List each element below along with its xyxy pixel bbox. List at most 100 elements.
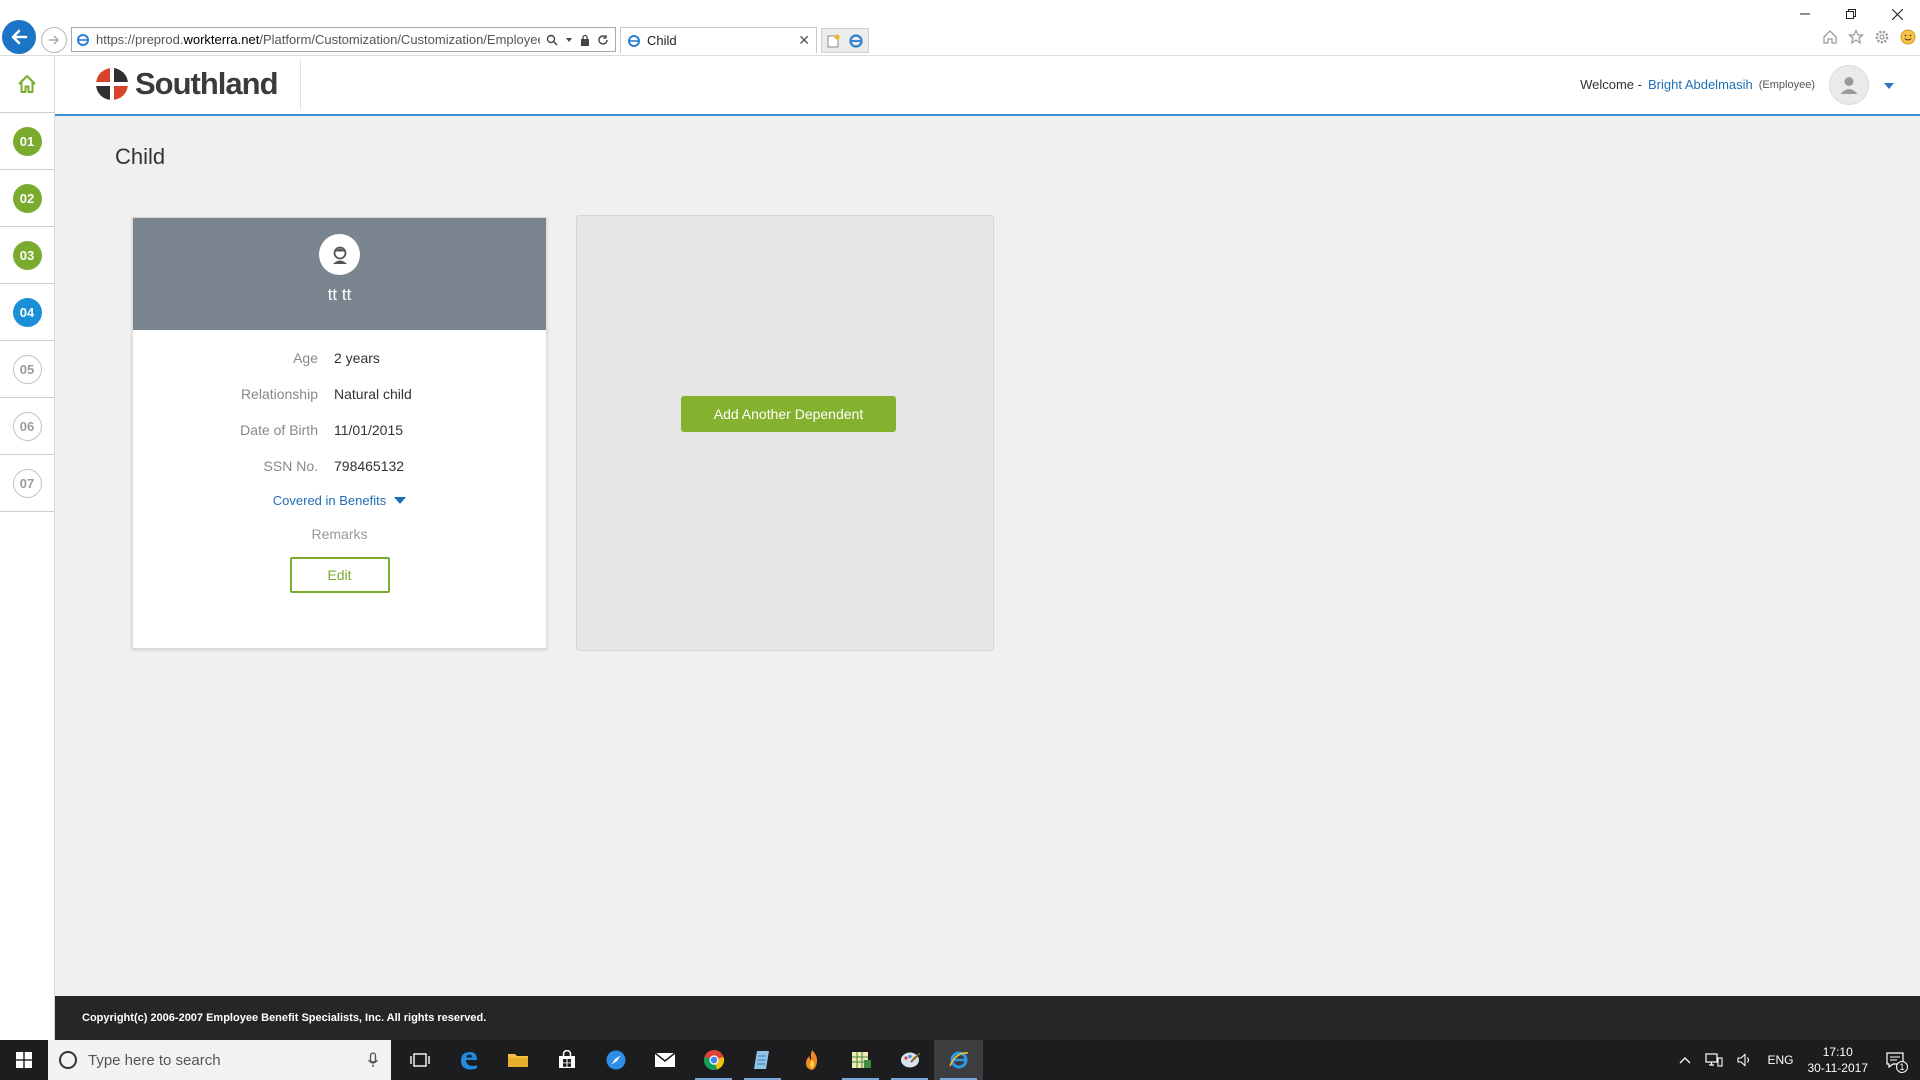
browser-tab[interactable]: Child ✕ <box>620 27 817 53</box>
step-02[interactable]: 02 <box>0 170 54 227</box>
volume-icon[interactable] <box>1737 1053 1753 1067</box>
user-menu-caret-icon[interactable] <box>1884 83 1894 89</box>
address-bar[interactable]: https://preprod.workterra.net/Platform/C… <box>71 27 616 52</box>
detail-row-age: Age 2 years <box>133 340 546 376</box>
page-title: Child <box>115 144 166 169</box>
chrome-icon <box>703 1050 724 1070</box>
minimize-icon <box>1800 13 1810 15</box>
taskbar-internet-explorer[interactable] <box>934 1040 983 1080</box>
ie-icon <box>77 33 89 46</box>
notepad-icon <box>753 1051 769 1069</box>
step-03[interactable]: 03 <box>0 227 54 284</box>
welcome-message: Welcome - Bright Abdelmasih (Employee) <box>1580 77 1815 92</box>
new-tab-icon[interactable] <box>826 34 840 48</box>
home-button[interactable] <box>0 56 54 113</box>
flame-icon <box>805 1050 817 1070</box>
mail-icon <box>654 1052 675 1067</box>
step-rail: 01 02 03 04 05 06 07 <box>0 56 55 1040</box>
cortana-circle-icon <box>59 1051 77 1069</box>
clock-date: 30-11-2017 <box>1807 1061 1869 1075</box>
logo-text: Southland <box>135 66 279 101</box>
back-button[interactable] <box>2 20 36 54</box>
start-button[interactable] <box>0 1040 48 1080</box>
edge-icon <box>460 1052 477 1070</box>
taskbar-search[interactable]: Type here to search <box>48 1040 391 1080</box>
remarks-label: Remarks <box>311 526 368 542</box>
logo-mark-icon <box>96 68 128 100</box>
taskbar-chrome[interactable] <box>689 1040 738 1080</box>
step-05[interactable]: 05 <box>0 341 54 398</box>
detail-value: Natural child <box>334 386 412 402</box>
smiley-icon[interactable] <box>1900 29 1916 45</box>
welcome-label: Welcome - <box>1580 77 1642 92</box>
step-01[interactable]: 01 <box>0 113 54 170</box>
taskbar-notepad[interactable] <box>738 1040 787 1080</box>
new-tab-area[interactable] <box>821 28 869 53</box>
search-placeholder: Type here to search <box>88 1051 221 1069</box>
windows-taskbar: Type here to search ENG 17:10 30-11-2017… <box>0 1040 1920 1080</box>
arrow-right-icon <box>49 35 60 45</box>
step-07[interactable]: 07 <box>0 455 54 512</box>
ie-icon[interactable] <box>848 33 864 49</box>
taskbar-spreadsheet[interactable] <box>836 1040 885 1080</box>
app-header: Southland Welcome - Bright Abdelmasih (E… <box>55 56 1920 116</box>
url-text: https://preprod.workterra.net/Platform/C… <box>96 32 540 47</box>
notification-count: 1 <box>1896 1061 1908 1073</box>
close-window-button[interactable] <box>1874 0 1920 28</box>
detail-value: 2 years <box>334 350 380 366</box>
search-icon[interactable] <box>546 34 558 46</box>
ie-icon <box>948 1051 968 1069</box>
detail-row-ssn: SSN No. 798465132 <box>133 448 546 484</box>
covered-in-benefits-label: Covered in Benefits <box>272 493 387 508</box>
detail-row-relationship: Relationship Natural child <box>133 376 546 412</box>
user-name-link[interactable]: Bright Abdelmasih <box>1648 77 1753 92</box>
star-icon[interactable] <box>1848 29 1864 45</box>
step-circle: 07 <box>12 468 42 498</box>
step-circle: 06 <box>12 411 42 441</box>
paint-palette-icon <box>900 1052 921 1068</box>
refresh-icon[interactable] <box>597 34 609 46</box>
copyright-text: Copyright(c) 2006-2007 Employee Benefit … <box>82 1012 487 1024</box>
user-avatar[interactable] <box>1829 65 1869 105</box>
chevron-down-icon[interactable] <box>565 36 573 44</box>
lock-icon[interactable] <box>580 34 590 46</box>
chevron-up-icon[interactable] <box>1679 1056 1691 1064</box>
step-06[interactable]: 06 <box>0 398 54 455</box>
child-icon <box>332 246 347 264</box>
forward-button[interactable] <box>41 27 67 53</box>
taskbar-firefox[interactable] <box>787 1040 836 1080</box>
gear-icon[interactable] <box>1874 29 1890 45</box>
taskbar-mail[interactable] <box>640 1040 689 1080</box>
home-icon[interactable] <box>1822 29 1838 45</box>
action-center-button[interactable]: 1 <box>1882 1049 1908 1073</box>
task-view-button[interactable] <box>395 1040 444 1080</box>
taskbar-file-explorer[interactable] <box>493 1040 542 1080</box>
network-icon[interactable] <box>1705 1053 1724 1067</box>
edit-button[interactable]: Edit <box>289 557 390 593</box>
microphone-icon[interactable] <box>367 1052 379 1068</box>
taskbar-safari[interactable] <box>591 1040 640 1080</box>
taskbar-clock[interactable]: 17:10 30-11-2017 <box>1808 1044 1869 1076</box>
windows-logo-icon <box>16 1052 32 1068</box>
taskbar-store[interactable] <box>542 1040 591 1080</box>
logo-divider <box>300 60 301 110</box>
task-view-icon <box>409 1053 430 1067</box>
detail-row-date-of-birth: Date of Birth 11/01/2015 <box>133 412 546 448</box>
restore-button[interactable] <box>1828 0 1874 28</box>
arrow-left-icon <box>11 29 28 45</box>
minimize-button[interactable] <box>1782 0 1828 28</box>
language-indicator[interactable]: ENG <box>1767 1053 1793 1067</box>
tab-title: Child <box>647 33 677 48</box>
taskbar-edge[interactable] <box>444 1040 493 1080</box>
tab-close-icon[interactable]: ✕ <box>798 32 810 49</box>
footer: Copyright(c) 2006-2007 Employee Benefit … <box>55 996 1920 1040</box>
taskbar-paint[interactable] <box>885 1040 934 1080</box>
southland-logo[interactable]: Southland <box>95 66 279 102</box>
detail-value: 11/01/2015 <box>334 422 404 438</box>
clock-time: 17:10 <box>1822 1045 1853 1059</box>
compass-icon <box>606 1050 625 1070</box>
add-another-dependent-button[interactable]: Add Another Dependent <box>681 396 896 432</box>
step-04[interactable]: 04 <box>0 284 54 341</box>
step-circle: 02 <box>12 183 42 213</box>
covered-in-benefits-toggle[interactable]: Covered in Benefits <box>133 493 546 508</box>
